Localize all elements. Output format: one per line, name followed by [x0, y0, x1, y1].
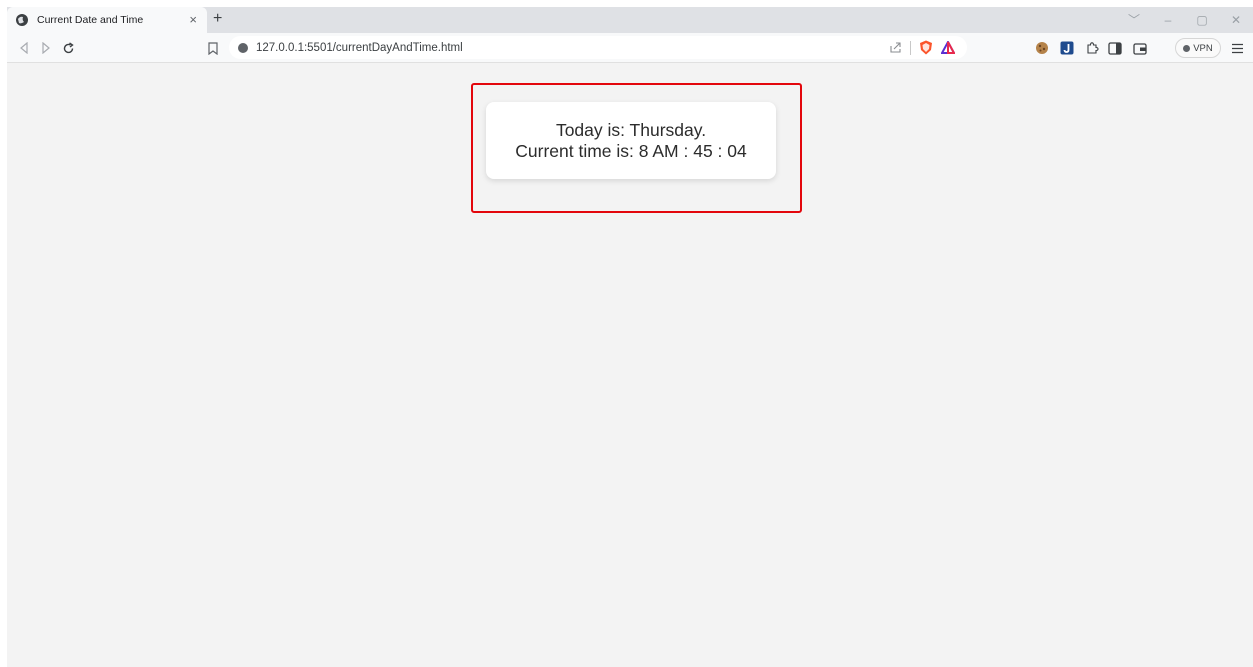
brave-rewards-icon[interactable]: [941, 41, 955, 54]
hamburger-menu-icon[interactable]: [1229, 40, 1245, 56]
divider: [910, 40, 911, 55]
vpn-button[interactable]: VPN: [1175, 38, 1221, 58]
browser-toolbar: 127.0.0.1:5501/currentDayAndTime.html VP…: [7, 33, 1253, 63]
extensions-puzzle-icon[interactable]: [1084, 40, 1100, 56]
share-icon[interactable]: [889, 41, 902, 54]
wallet-icon[interactable]: [1132, 40, 1148, 56]
day-text: Today is: Thursday.: [555, 119, 707, 140]
window-controls: ﹀ – ▢ ✕: [1117, 7, 1253, 33]
back-icon[interactable]: [16, 40, 32, 56]
minimize-button[interactable]: –: [1151, 7, 1185, 33]
time-text: Current time is: 8 AM : 45 : 04: [515, 140, 747, 161]
date-time-card: Today is: Thursday. Current time is: 8 A…: [486, 102, 776, 179]
extension-j-icon[interactable]: [1059, 40, 1075, 56]
vpn-status-icon: [1183, 44, 1191, 52]
tab-current-date-and-time[interactable]: Current Date and Time ×: [7, 7, 207, 33]
page-viewport: Today is: Thursday. Current time is: 8 A…: [7, 63, 1253, 667]
address-bar-actions: [889, 39, 955, 56]
vpn-label: VPN: [1193, 42, 1213, 54]
browser-window: Current Date and Time × + ﹀ – ▢ ✕ 127.0.…: [7, 7, 1253, 667]
new-tab-button[interactable]: +: [213, 10, 222, 28]
close-window-button[interactable]: ✕: [1219, 7, 1253, 33]
tab-strip: Current Date and Time × + ﹀ – ▢ ✕: [7, 7, 1253, 33]
restore-button[interactable]: ▢: [1185, 7, 1219, 33]
sidebar-icon[interactable]: [1107, 40, 1123, 56]
forward-icon[interactable]: [38, 40, 54, 56]
brave-shields-icon[interactable]: [919, 40, 933, 55]
tab-search-button[interactable]: ﹀: [1117, 7, 1151, 33]
close-tab-icon[interactable]: ×: [189, 12, 197, 28]
tab-title: Current Date and Time: [37, 14, 144, 26]
address-url: 127.0.0.1:5501/currentDayAndTime.html: [256, 41, 463, 54]
bookmark-icon[interactable]: [206, 40, 220, 56]
address-bar[interactable]: 127.0.0.1:5501/currentDayAndTime.html: [229, 36, 967, 59]
extension-cookie-icon[interactable]: [1034, 40, 1050, 56]
site-info-icon[interactable]: [238, 42, 248, 53]
globe-icon: [15, 13, 29, 27]
reload-icon[interactable]: [60, 40, 76, 56]
